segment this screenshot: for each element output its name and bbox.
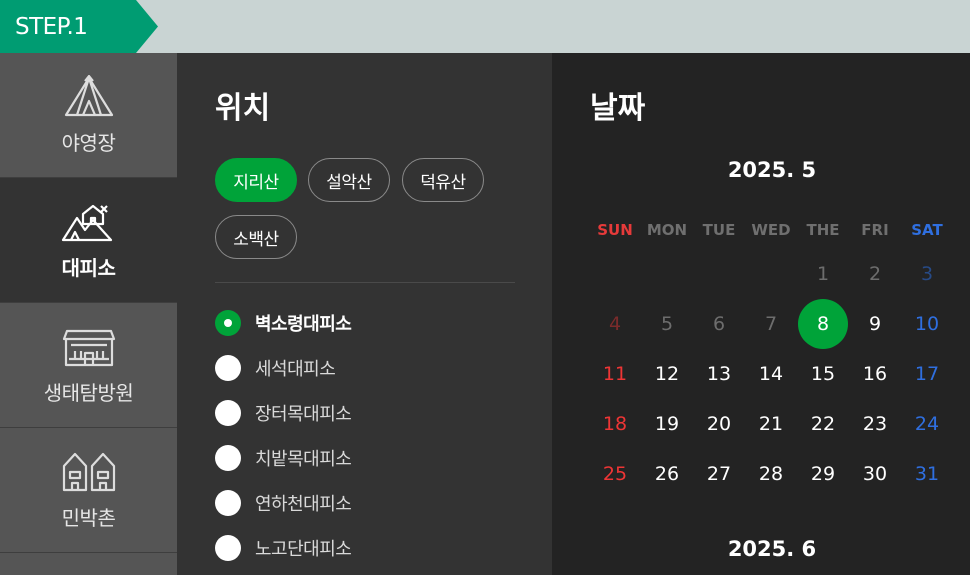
shelter-option-yeonhacheon[interactable]: 연하천대피소	[215, 488, 352, 518]
date-title: 날짜	[590, 91, 646, 126]
weekday-sat: SAT	[911, 221, 943, 239]
shelter-option-seseok[interactable]: 세석대피소	[215, 353, 336, 383]
calendar-day[interactable]: 26	[642, 449, 692, 499]
sidebar-item-label: 생태탐방원	[43, 381, 134, 405]
calendar-day[interactable]: 21	[746, 399, 796, 449]
calendar-day[interactable]: 25	[590, 449, 640, 499]
radio-button[interactable]	[215, 445, 241, 471]
radio-button[interactable]	[215, 400, 241, 426]
calendar-day[interactable]: 24	[902, 399, 952, 449]
tent-icon	[61, 73, 117, 121]
date-panel: 날짜 2025. 5 SUN MON TUE WED THE FRI SAT 1 2 3 4 5 6 7 8…	[552, 53, 970, 575]
calendar-day[interactable]: 11	[590, 349, 640, 399]
shelter-label: 연하천대피소	[255, 494, 352, 515]
radio-button[interactable]	[215, 310, 241, 336]
calendar-day: 5	[660, 313, 674, 335]
sidebar-item-village[interactable]: 민박촌	[0, 428, 177, 553]
calendar-day[interactable]: 27	[694, 449, 744, 499]
radio-button[interactable]	[215, 535, 241, 561]
calendar-day[interactable]: 12	[642, 349, 692, 399]
location-title: 위치	[215, 91, 271, 126]
calendar-day: 3	[920, 263, 934, 285]
shelter-option-chibatmok[interactable]: 치밭목대피소	[215, 443, 352, 473]
month-title-june: 2025. 6	[727, 537, 817, 561]
shelter-label: 치밭목대피소	[255, 449, 352, 470]
calendar-day[interactable]: 17	[902, 349, 952, 399]
chip-sobaeksan[interactable]: 소백산	[215, 215, 297, 259]
shelter-option-byeoksoryeong[interactable]: 벽소령대피소	[215, 308, 352, 338]
calendar-day[interactable]: 15	[798, 349, 848, 399]
shelter-label: 벽소령대피소	[255, 314, 352, 335]
calendar-day: 4	[608, 313, 622, 335]
calendar-day: 7	[764, 313, 778, 335]
month-title-may: 2025. 5	[727, 158, 817, 182]
calendar-day[interactable]: 22	[798, 399, 848, 449]
location-panel: 위치 지리산 설악산 덕유산 소백산 벽소령대피소 세석대피소 장터목대피소 치…	[177, 53, 552, 575]
calendar-day[interactable]: 10	[902, 299, 952, 349]
sidebar-item-eco-center[interactable]: 생태탐방원	[0, 303, 177, 428]
chip-seoraksan[interactable]: 설악산	[308, 158, 390, 202]
shelter-option-nogodan[interactable]: 노고단대피소	[215, 533, 352, 563]
radio-button[interactable]	[215, 490, 241, 516]
village-icon	[61, 448, 117, 496]
calendar-day: 6	[712, 313, 726, 335]
chip-deogyusan[interactable]: 덕유산	[402, 158, 484, 202]
shelter-label: 노고단대피소	[255, 539, 352, 560]
calendar-day[interactable]: 23	[850, 399, 900, 449]
shelter-label: 장터목대피소	[255, 404, 352, 425]
divider	[215, 282, 515, 283]
top-bar: STEP.1	[0, 0, 970, 53]
weekday-the: THE	[806, 221, 840, 239]
step-indicator: STEP.1	[0, 0, 158, 53]
chip-jirisan[interactable]: 지리산	[215, 158, 297, 202]
shelter-option-jangteomok[interactable]: 장터목대피소	[215, 398, 352, 428]
calendar-day[interactable]: 9	[850, 299, 900, 349]
sidebar-item-label: 민박촌	[61, 506, 116, 530]
calendar-day[interactable]: 31	[902, 449, 952, 499]
eco-center-icon	[61, 323, 117, 371]
calendar-day: 2	[868, 263, 882, 285]
radio-button[interactable]	[215, 355, 241, 381]
calendar-day: 1	[816, 263, 830, 285]
shelter-label: 세석대피소	[255, 359, 336, 380]
calendar-day[interactable]: 19	[642, 399, 692, 449]
calendar-day[interactable]: 29	[798, 449, 848, 499]
weekday-mon: MON	[646, 221, 688, 239]
shelter-icon	[61, 198, 117, 246]
sidebar: 야영장 대피소 생태탐방원 민박촌	[0, 53, 177, 575]
sidebar-item-campsite[interactable]: 야영장	[0, 53, 177, 178]
weekday-wed: WED	[751, 221, 791, 239]
sidebar-item-label: 야영장	[61, 131, 116, 155]
calendar-day[interactable]: 18	[590, 399, 640, 449]
weekday-tue: TUE	[702, 221, 736, 239]
calendar-day[interactable]: 30	[850, 449, 900, 499]
calendar-day[interactable]: 8	[798, 299, 848, 349]
sidebar-item-shelter[interactable]: 대피소	[0, 178, 177, 303]
calendar-day[interactable]: 14	[746, 349, 796, 399]
calendar-day[interactable]: 20	[694, 399, 744, 449]
weekday-fri: FRI	[861, 221, 889, 239]
calendar-day[interactable]: 28	[746, 449, 796, 499]
sidebar-item-label: 대피소	[61, 256, 116, 280]
calendar-day[interactable]: 16	[850, 349, 900, 399]
weekday-sun: SUN	[597, 221, 633, 239]
calendar-day[interactable]: 13	[694, 349, 744, 399]
